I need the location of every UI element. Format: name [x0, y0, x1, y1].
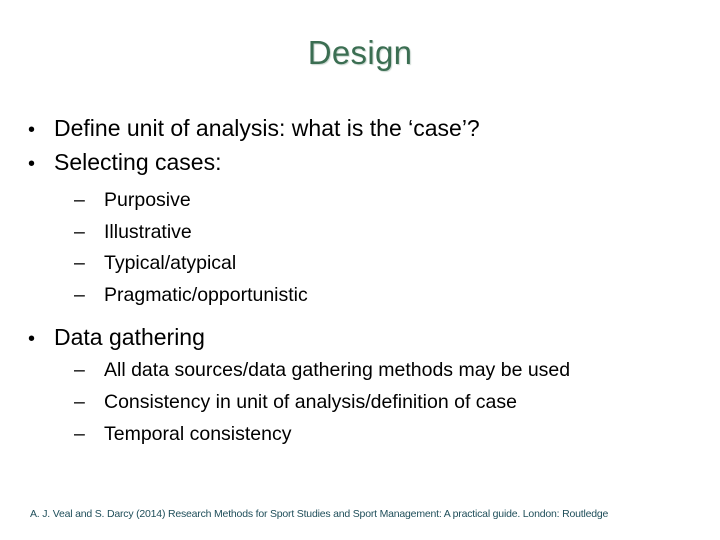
- bullet-text: Selecting cases:: [54, 149, 222, 175]
- bullet-marker: •: [28, 119, 36, 141]
- bullet-marker: •: [28, 328, 36, 351]
- sub-bullet-item: – All data sources/data gathering method…: [74, 355, 708, 387]
- bullet-text: Define unit of analysis: what is the ‘ca…: [54, 115, 480, 141]
- sub-bullet-text: All data sources/data gathering methods …: [104, 359, 571, 382]
- sub-bullet-item: – Temporal consistency: [74, 419, 708, 451]
- dash-marker: –: [74, 359, 85, 382]
- sub-bullet-item: – Illustrative: [74, 217, 708, 249]
- sub-bullet-item: – Consistency in unit of analysis/defini…: [74, 387, 708, 419]
- slide-body: • Define unit of analysis: what is the ‘…: [28, 112, 708, 450]
- bullet-item: • Data gathering: [28, 321, 708, 355]
- sub-bullet-item: – Purposive: [74, 185, 708, 217]
- dash-marker: –: [74, 390, 85, 413]
- sub-bullet-text: Illustrative: [104, 220, 192, 243]
- bullet-text: Data gathering: [54, 324, 205, 351]
- sub-bullet-text: Consistency in unit of analysis/definiti…: [104, 390, 517, 413]
- dash-marker: –: [74, 220, 85, 243]
- sub-bullet-text: Typical/atypical: [104, 252, 237, 275]
- sub-bullet-text: Purposive: [104, 189, 191, 211]
- bullet-item: • Define unit of analysis: what is the ‘…: [28, 112, 708, 146]
- sub-bullet-item: – Pragmatic/opportunistic: [74, 280, 708, 312]
- citation-footer: A. J. Veal and S. Darcy (2014) Research …: [30, 508, 609, 520]
- sub-bullet-text: Temporal consistency: [104, 422, 292, 445]
- dash-marker: –: [74, 252, 85, 275]
- slide-title: Design: [307, 34, 413, 71]
- dash-marker: –: [74, 422, 85, 445]
- bullet-item: • Selecting cases:: [28, 146, 708, 180]
- dash-marker: –: [74, 189, 85, 211]
- dash-marker: –: [74, 283, 85, 306]
- sub-bullet-list: – All data sources/data gathering method…: [74, 355, 708, 450]
- sub-bullet-item: – Typical/atypical: [74, 248, 708, 280]
- bullet-marker: •: [28, 153, 36, 175]
- sub-bullet-list: – Purposive – Illustrative – Typical/aty…: [74, 185, 708, 311]
- sub-bullet-text: Pragmatic/opportunistic: [104, 283, 308, 306]
